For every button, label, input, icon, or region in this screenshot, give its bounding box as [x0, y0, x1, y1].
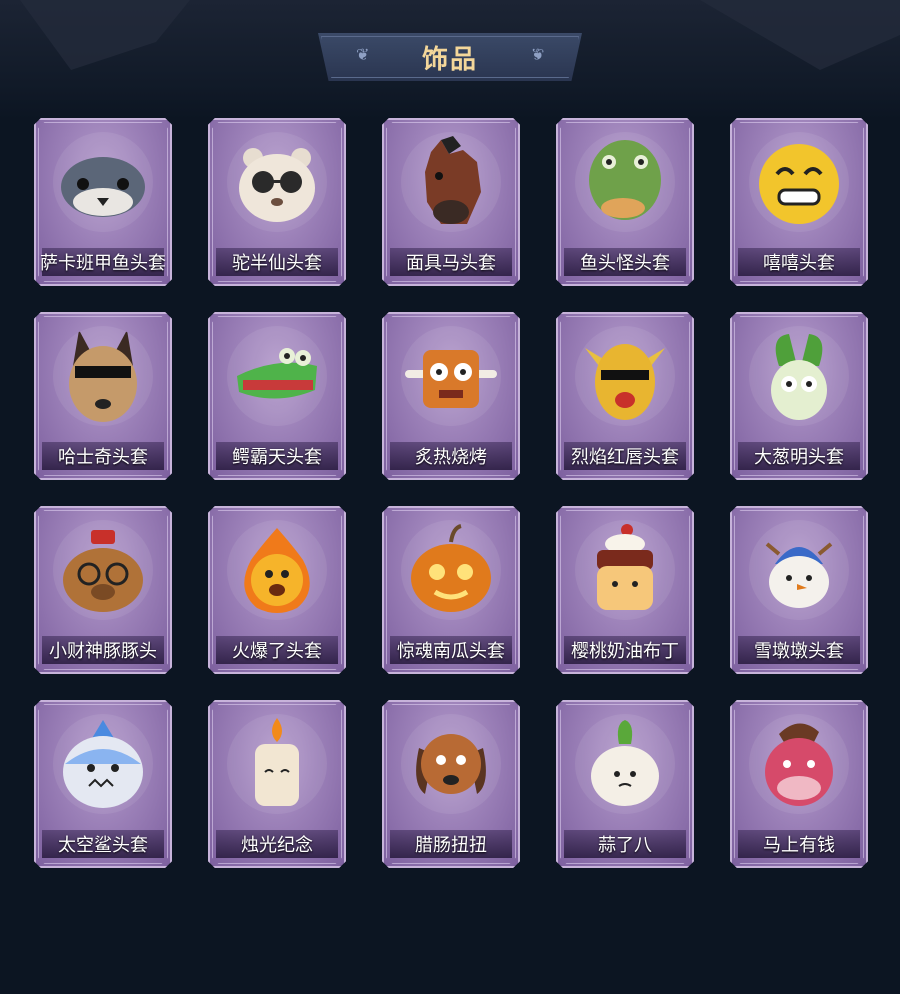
- accessory-card[interactable]: 鳄霸天头套: [208, 312, 346, 480]
- accessory-card[interactable]: 惊魂南瓜头套: [382, 506, 520, 674]
- label-bar: 马上有钱: [738, 830, 860, 858]
- accessory-card[interactable]: 哈士奇头套: [34, 312, 172, 480]
- husky-icon: [53, 326, 153, 426]
- accessory-card[interactable]: 驼半仙头套: [208, 118, 346, 286]
- accessory-card[interactable]: 炙热烧烤: [382, 312, 520, 480]
- accessory-name: 小财神豚豚头: [49, 641, 157, 661]
- fireball-icon: [227, 520, 327, 620]
- label-bar: 蒜了八: [564, 830, 686, 858]
- right-flourish-icon: ❦: [530, 47, 544, 64]
- accessory-name: 鳄霸天头套: [232, 447, 322, 467]
- capybara-icon: [53, 520, 153, 620]
- accessory-name: 鱼头怪头套: [580, 253, 670, 273]
- label-bar: 雪墩墩头套: [738, 636, 860, 664]
- yellow-mask-icon: [575, 326, 675, 426]
- left-flourish-icon: ❦: [356, 47, 370, 64]
- pudding-icon: [575, 520, 675, 620]
- accessory-card[interactable]: 嘻嘻头套: [730, 118, 868, 286]
- garlic-icon: [575, 714, 675, 814]
- accessory-card[interactable]: 大葱明头套: [730, 312, 868, 480]
- fish-head-icon: [53, 132, 153, 232]
- label-bar: 火爆了头套: [216, 636, 338, 664]
- accessory-name: 面具马头套: [406, 253, 496, 273]
- accessory-name: 哈士奇头套: [58, 447, 148, 467]
- accessory-card[interactable]: 小财神豚豚头: [34, 506, 172, 674]
- pumpkin-icon: [401, 520, 501, 620]
- accessory-name: 驼半仙头套: [232, 253, 322, 273]
- accessory-card[interactable]: 雪墩墩头套: [730, 506, 868, 674]
- label-bar: 嘻嘻头套: [738, 248, 860, 276]
- label-bar: 小财神豚豚头: [42, 636, 164, 664]
- accessory-card[interactable]: 樱桃奶油布丁: [556, 506, 694, 674]
- label-bar: 樱桃奶油布丁: [564, 636, 686, 664]
- bear-sunglasses-icon: [227, 132, 327, 232]
- accessory-name: 雪墩墩头套: [754, 641, 844, 661]
- accessory-card[interactable]: 萨卡班甲鱼头套: [34, 118, 172, 286]
- accessory-card[interactable]: 烈焰红唇头套: [556, 312, 694, 480]
- label-bar: 大葱明头套: [738, 442, 860, 470]
- accessory-name: 太空鲨头套: [58, 835, 148, 855]
- fish-monster-icon: [575, 132, 675, 232]
- accessory-card[interactable]: 火爆了头套: [208, 506, 346, 674]
- page-title: 饰品: [421, 43, 478, 74]
- accessory-name: 火爆了头套: [232, 641, 322, 661]
- accessory-name: 烈焰红唇头套: [571, 447, 679, 467]
- accessory-name: 烛光纪念: [241, 835, 313, 855]
- accessory-card[interactable]: 鱼头怪头套: [556, 118, 694, 286]
- label-bar: 炙热烧烤: [390, 442, 512, 470]
- accessory-name: 腊肠扭扭: [415, 835, 487, 855]
- accessory-name: 萨卡班甲鱼头套: [40, 253, 166, 273]
- accessory-name: 炙热烧烤: [415, 447, 487, 467]
- label-bar: 面具马头套: [390, 248, 512, 276]
- accessory-card[interactable]: 烛光纪念: [208, 700, 346, 868]
- horse-mask-icon: [401, 132, 501, 232]
- title-banner: ❦ 饰品 ❦: [318, 33, 582, 81]
- bbq-meat-icon: [401, 326, 501, 426]
- accessory-card[interactable]: 面具马头套: [382, 118, 520, 286]
- label-bar: 烈焰红唇头套: [564, 442, 686, 470]
- dachshund-icon: [401, 714, 501, 814]
- scallion-icon: [749, 326, 849, 426]
- shark-icon: [53, 714, 153, 814]
- label-bar: 惊魂南瓜头套: [390, 636, 512, 664]
- label-bar: 萨卡班甲鱼头套: [40, 248, 166, 276]
- grin-emoji-icon: [749, 132, 849, 232]
- accessory-grid: 萨卡班甲鱼头套 驼半仙头套 面具马头套 鱼头怪头套 嘻嘻头套 哈士奇头套 鳄霸天…: [34, 118, 868, 868]
- snowman-icon: [749, 520, 849, 620]
- pink-horse-icon: [749, 714, 849, 814]
- accessory-card[interactable]: 腊肠扭扭: [382, 700, 520, 868]
- accessory-name: 大葱明头套: [754, 447, 844, 467]
- label-bar: 驼半仙头套: [216, 248, 338, 276]
- label-bar: 烛光纪念: [216, 830, 338, 858]
- accessory-card[interactable]: 太空鲨头套: [34, 700, 172, 868]
- accessory-name: 惊魂南瓜头套: [397, 641, 505, 661]
- accessory-card[interactable]: 蒜了八: [556, 700, 694, 868]
- accessory-card[interactable]: 马上有钱: [730, 700, 868, 868]
- candle-icon: [227, 714, 327, 814]
- accessory-name: 嘻嘻头套: [763, 253, 835, 273]
- accessory-name: 樱桃奶油布丁: [571, 641, 679, 661]
- label-bar: 鱼头怪头套: [564, 248, 686, 276]
- label-bar: 腊肠扭扭: [390, 830, 512, 858]
- label-bar: 鳄霸天头套: [216, 442, 338, 470]
- crocodile-icon: [227, 326, 327, 426]
- accessory-name: 马上有钱: [763, 835, 835, 855]
- label-bar: 太空鲨头套: [42, 830, 164, 858]
- label-bar: 哈士奇头套: [42, 442, 164, 470]
- accessory-name: 蒜了八: [598, 835, 652, 855]
